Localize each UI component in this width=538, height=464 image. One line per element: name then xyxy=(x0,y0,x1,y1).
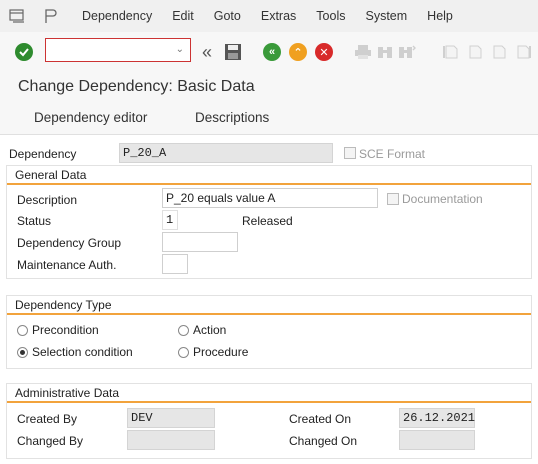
general-data-title: General Data xyxy=(15,168,87,182)
exit-button[interactable]: ⌃ xyxy=(287,41,309,63)
menu-dependency[interactable]: Dependency xyxy=(72,0,162,32)
procedure-label[interactable]: Procedure xyxy=(193,345,248,359)
created-on-label: Created On xyxy=(289,412,352,426)
status-field[interactable]: 1 xyxy=(162,210,178,230)
changed-by-field[interactable] xyxy=(127,430,215,450)
command-input[interactable] xyxy=(46,39,166,61)
save-icon xyxy=(225,44,241,60)
sce-format-checkbox[interactable] xyxy=(344,147,356,159)
print-icon[interactable] xyxy=(352,41,374,63)
documentation-checkbox[interactable] xyxy=(387,193,399,205)
menu-extras[interactable]: Extras xyxy=(251,0,306,32)
enter-button[interactable] xyxy=(13,41,35,63)
administrative-data-title: Administrative Data xyxy=(15,386,120,400)
maintenance-auth-label: Maintenance Auth. xyxy=(17,258,117,272)
precondition-label[interactable]: Precondition xyxy=(32,323,99,337)
group-separator xyxy=(7,183,531,185)
created-by-label: Created By xyxy=(17,412,78,426)
chevron-down-icon[interactable]: ⌄ xyxy=(176,44,184,55)
personalize-icon[interactable] xyxy=(42,8,60,24)
dependency-type-title: Dependency Type xyxy=(15,298,112,312)
group-separator xyxy=(7,401,531,403)
changed-on-field[interactable] xyxy=(399,430,475,450)
dependency-group-field[interactable] xyxy=(162,232,238,252)
command-field[interactable]: ⌄ xyxy=(45,38,191,62)
menu-goto[interactable]: Goto xyxy=(204,0,251,32)
session-menu-icon[interactable] xyxy=(8,8,26,24)
general-data-group: General Data Description P_20 equals val… xyxy=(6,165,532,279)
dependency-type-group: Dependency Type Precondition Action Sele… xyxy=(6,295,532,369)
content-area: Dependency P_20_A SCE Format General Dat… xyxy=(0,134,538,464)
back-button[interactable]: « xyxy=(261,41,283,63)
administrative-data-group: Administrative Data Created By DEV Creat… xyxy=(6,383,532,459)
first-page-icon[interactable] xyxy=(440,41,462,63)
cancel-icon: ✕ xyxy=(315,43,333,61)
description-label: Description xyxy=(17,193,78,207)
maintenance-auth-field[interactable] xyxy=(162,254,188,274)
find-icon[interactable] xyxy=(374,41,396,63)
menu-edit[interactable]: Edit xyxy=(162,0,204,32)
toolbar: ⌄ « « ⌃ ✕ xyxy=(0,32,538,72)
exit-icon: ⌃ xyxy=(289,43,307,61)
back-icon: « xyxy=(263,43,281,61)
menu-bar: Dependency Edit Goto Extras Tools System… xyxy=(0,0,538,32)
dependency-label: Dependency xyxy=(9,147,77,161)
save-button[interactable] xyxy=(222,41,244,63)
status-label: Status xyxy=(17,214,52,228)
page-title: Change Dependency: Basic Data xyxy=(18,78,255,95)
next-page-icon[interactable] xyxy=(488,41,510,63)
documentation-label: Documentation xyxy=(402,192,483,206)
prev-page-icon[interactable] xyxy=(464,41,486,63)
selection-condition-label[interactable]: Selection condition xyxy=(32,345,133,359)
tab-strip: Dependency editor Descriptions xyxy=(0,106,538,130)
menu-system[interactable]: System xyxy=(355,0,417,32)
action-radio[interactable] xyxy=(178,325,189,336)
menu-help[interactable]: Help xyxy=(417,0,463,32)
created-on-field[interactable]: 26.12.2021 xyxy=(399,408,475,428)
changed-on-label: Changed On xyxy=(289,434,358,448)
menu-tools[interactable]: Tools xyxy=(306,0,355,32)
last-page-icon[interactable] xyxy=(512,41,534,63)
description-field[interactable]: P_20 equals value A xyxy=(162,188,378,208)
tab-dependency-editor[interactable]: Dependency editor xyxy=(34,106,147,129)
find-next-icon[interactable] xyxy=(396,41,418,63)
dependency-group-label: Dependency Group xyxy=(17,236,122,250)
dependency-field[interactable]: P_20_A xyxy=(119,143,333,163)
changed-by-label: Changed By xyxy=(17,434,84,448)
sce-format-label: SCE Format xyxy=(359,147,426,161)
enter-icon xyxy=(15,43,33,61)
selection-condition-radio[interactable] xyxy=(17,347,28,358)
tab-descriptions[interactable]: Descriptions xyxy=(195,106,269,129)
action-label[interactable]: Action xyxy=(193,323,226,337)
precondition-radio[interactable] xyxy=(17,325,28,336)
procedure-radio[interactable] xyxy=(178,347,189,358)
group-separator xyxy=(7,313,531,315)
back-arrows-icon[interactable]: « xyxy=(196,41,218,63)
status-text: Released xyxy=(242,214,293,228)
cancel-button[interactable]: ✕ xyxy=(313,41,335,63)
created-by-field[interactable]: DEV xyxy=(127,408,215,428)
